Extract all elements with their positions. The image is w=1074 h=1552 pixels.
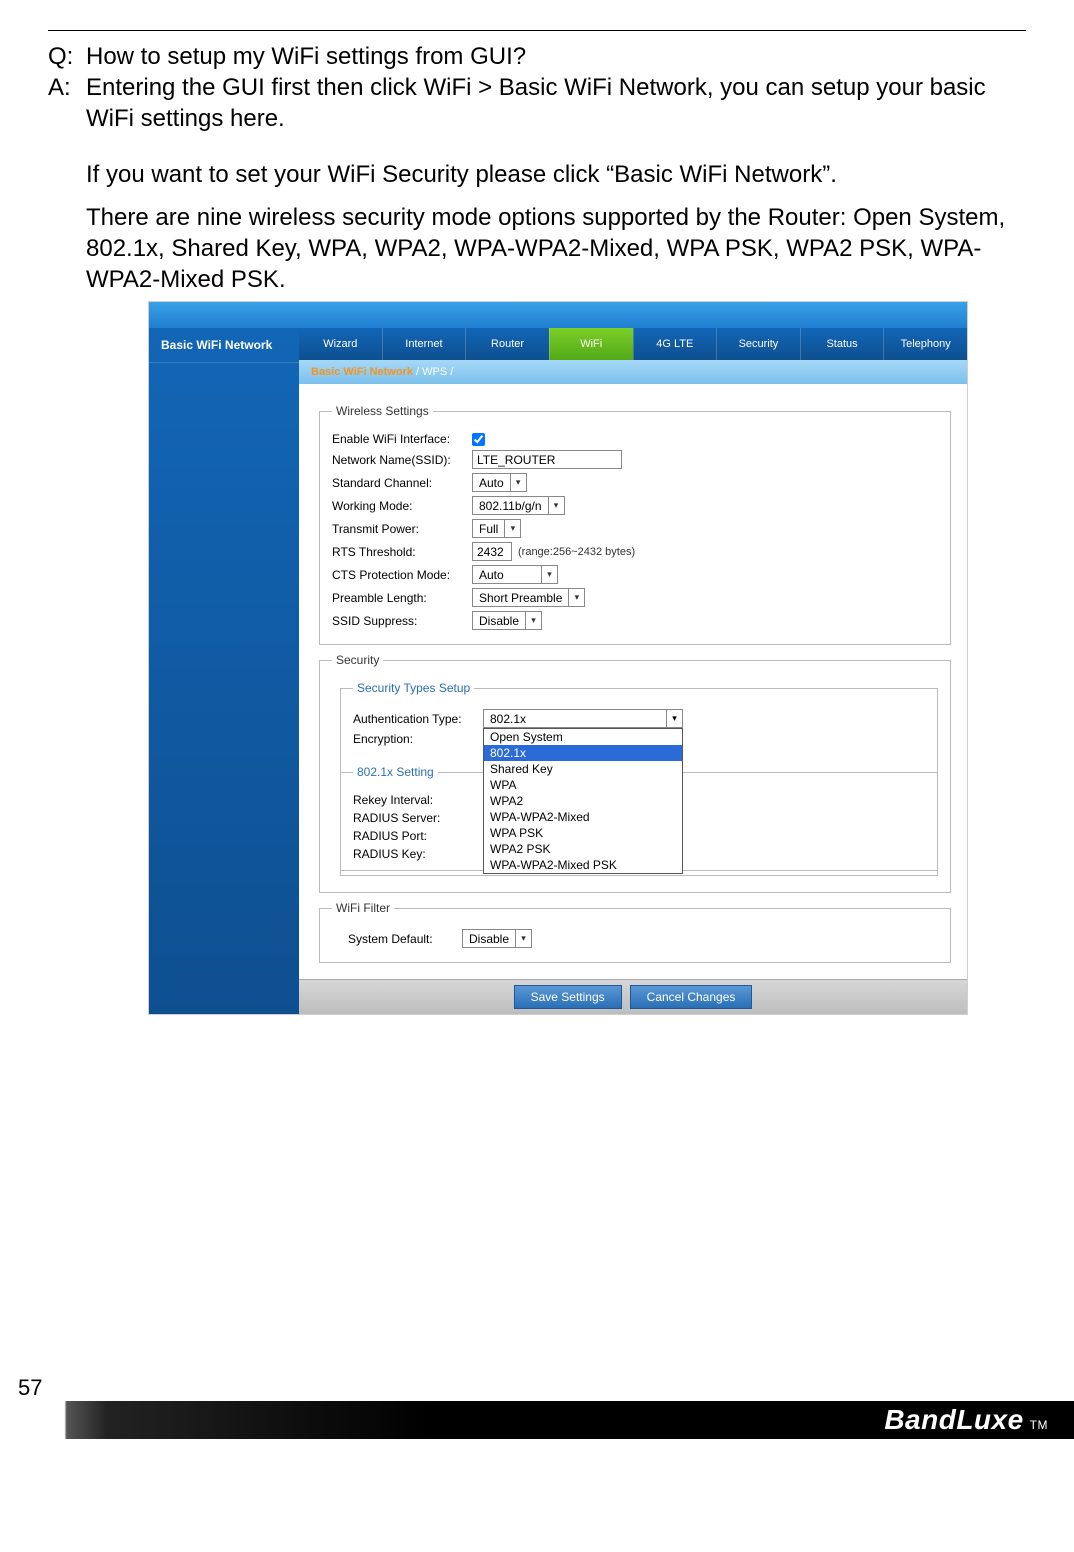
8021x-legend: 802.1x Setting [353, 765, 438, 779]
brand-logo: BandLuxeTM [884, 1404, 1048, 1436]
cts-select[interactable]: Auto▾ [472, 565, 558, 584]
ssid-input[interactable] [472, 450, 622, 469]
option-wpa-wpa2-mixed-psk[interactable]: WPA-WPA2-Mixed PSK [484, 857, 682, 873]
tab-security[interactable]: Security [716, 328, 800, 360]
top-tabs: Wizard Internet Router WiFi 4G LTE Secur… [299, 328, 967, 360]
q-label: Q: [48, 41, 86, 72]
label-ssid: Network Name(SSID): [332, 453, 472, 467]
option-wpa2-psk[interactable]: WPA2 PSK [484, 841, 682, 857]
option-open-system[interactable]: Open System [484, 729, 682, 745]
sidebar: Basic WiFi Network [149, 328, 299, 1014]
qa-block: Q: How to setup my WiFi settings from GU… [48, 41, 1026, 295]
rts-hint: (range:256~2432 bytes) [518, 546, 635, 558]
rts-input[interactable] [472, 542, 512, 561]
tx-power-select[interactable]: Full▾ [472, 519, 521, 538]
label-system-default: System Default: [332, 932, 462, 946]
label-radius-server: RADIUS Server: [353, 811, 483, 825]
chevron-down-icon: ▾ [510, 474, 526, 491]
tab-wizard[interactable]: Wizard [299, 328, 382, 360]
tab-status[interactable]: Status [800, 328, 884, 360]
breadcrumb: Basic WiFi Network / WPS / [299, 360, 967, 384]
chevron-down-icon: ▾ [548, 497, 564, 514]
wireless-legend: Wireless Settings [332, 404, 433, 418]
label-radius-key: RADIUS Key: [353, 847, 483, 861]
answer-text-2: If you want to set your WiFi Security pl… [86, 159, 1026, 190]
label-ssid-suppress: SSID Suppress: [332, 614, 472, 628]
option-wpa-psk[interactable]: WPA PSK [484, 825, 682, 841]
auth-type-options: Open System 802.1x Shared Key WPA WPA2 W… [483, 728, 683, 874]
router-gui-screenshot: Basic WiFi Network Wizard Internet Route… [148, 301, 968, 1015]
security-fieldset: Security Security Types Setup Authentica… [319, 653, 951, 893]
label-auth-type: Authentication Type: [353, 712, 483, 726]
label-radius-port: RADIUS Port: [353, 829, 483, 843]
tab-4glte[interactable]: 4G LTE [633, 328, 717, 360]
sidebar-item-basic-wifi[interactable]: Basic WiFi Network [149, 328, 299, 363]
tab-telephony[interactable]: Telephony [883, 328, 967, 360]
chevron-down-icon: ▾ [666, 710, 682, 727]
breadcrumb-wps[interactable]: WPS [422, 366, 447, 378]
security-types-legend: Security Types Setup [353, 681, 474, 695]
preamble-select[interactable]: Short Preamble▾ [472, 588, 585, 607]
trademark-icon: TM [1030, 1418, 1048, 1432]
page-number: 57 [0, 1375, 1074, 1401]
option-8021x[interactable]: 802.1x [484, 745, 682, 761]
wifi-filter-fieldset: WiFi Filter System Default: Disable▾ [319, 901, 951, 963]
option-wpa-wpa2-mixed[interactable]: WPA-WPA2-Mixed [484, 809, 682, 825]
label-preamble: Preamble Length: [332, 591, 472, 605]
wireless-settings-fieldset: Wireless Settings Enable WiFi Interface:… [319, 404, 951, 645]
option-wpa[interactable]: WPA [484, 777, 682, 793]
label-working-mode: Working Mode: [332, 499, 472, 513]
ssid-suppress-select[interactable]: Disable▾ [472, 611, 542, 630]
channel-select[interactable]: Auto▾ [472, 473, 527, 492]
tab-wifi[interactable]: WiFi [549, 328, 633, 360]
chevron-down-icon: ▾ [541, 566, 557, 583]
chevron-down-icon: ▾ [568, 589, 584, 606]
enable-wifi-checkbox[interactable] [472, 433, 485, 446]
working-mode-select[interactable]: 802.11b/g/n▾ [472, 496, 565, 515]
cancel-changes-button[interactable]: Cancel Changes [630, 985, 753, 1009]
auth-type-dropdown[interactable]: 802.1x▾ Open System 802.1x Shared Key WP… [483, 709, 683, 728]
label-cts: CTS Protection Mode: [332, 568, 472, 582]
footer-bar: BandLuxeTM [0, 1401, 1074, 1439]
answer-text-1: Entering the GUI first then click WiFi >… [86, 72, 1026, 134]
save-settings-button[interactable]: Save Settings [514, 985, 622, 1009]
a-label: A: [48, 72, 86, 134]
label-channel: Standard Channel: [332, 476, 472, 490]
chevron-down-icon: ▾ [504, 520, 520, 537]
security-legend: Security [332, 653, 383, 667]
tab-internet[interactable]: Internet [382, 328, 466, 360]
label-rts: RTS Threshold: [332, 545, 472, 559]
question-text: How to setup my WiFi settings from GUI? [86, 41, 1026, 72]
option-shared-key[interactable]: Shared Key [484, 761, 682, 777]
option-wpa2[interactable]: WPA2 [484, 793, 682, 809]
chevron-down-icon: ▾ [525, 612, 541, 629]
tab-router[interactable]: Router [465, 328, 549, 360]
label-encryption: Encryption: [353, 732, 483, 746]
chevron-down-icon: ▾ [515, 930, 531, 947]
system-default-select[interactable]: Disable▾ [462, 929, 532, 948]
wifi-filter-legend: WiFi Filter [332, 901, 394, 915]
breadcrumb-current: Basic WiFi Network [311, 366, 413, 378]
label-enable-wifi: Enable WiFi Interface: [332, 432, 472, 446]
answer-text-3: There are nine wireless security mode op… [86, 202, 1026, 296]
label-tx-power: Transmit Power: [332, 522, 472, 536]
label-rekey: Rekey Interval: [353, 793, 483, 807]
button-bar: Save Settings Cancel Changes [299, 979, 967, 1014]
